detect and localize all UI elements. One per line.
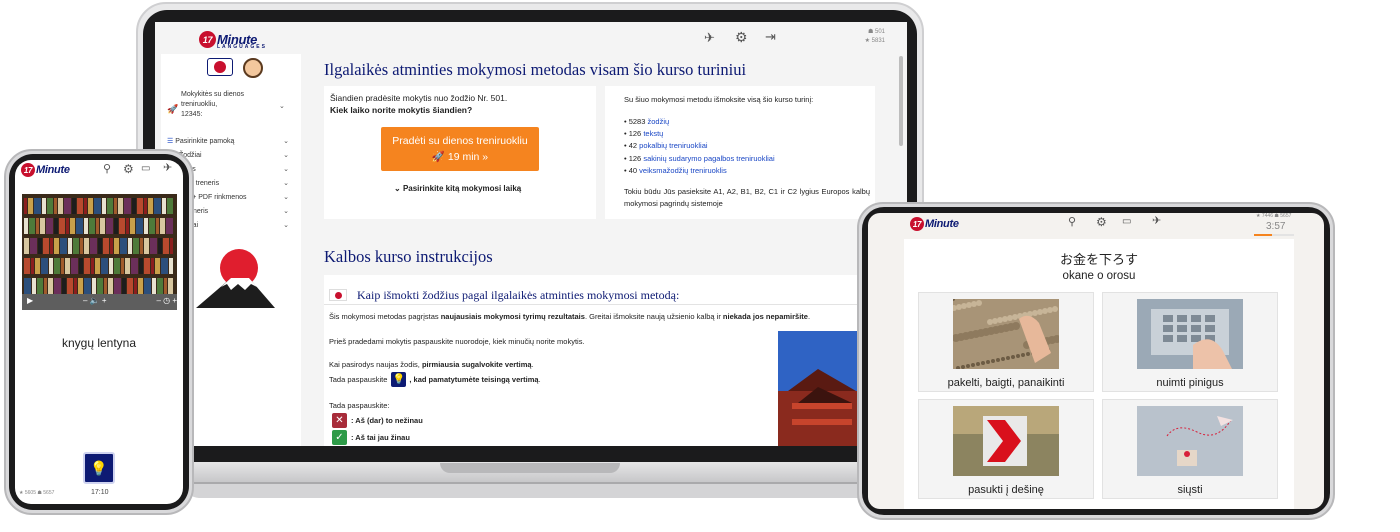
rocket-icon: 🚀 — [167, 104, 179, 114]
stats: ☗ 501 ★ 5831 — [864, 29, 885, 44]
volume-icon[interactable]: – 🔈 + — [83, 296, 107, 305]
phone-screen: 17 Minute ⚲ ⚙ ▭ ✈ ▶ – 🔈 + – ◷ + knygų len… — [15, 160, 183, 504]
laptop-screen: 17 Minute LANGUAGES ✈ ⚙ ⇥ ☗ 501 ★ 5831 🚀 … — [155, 22, 907, 446]
instructions-card: Kaip išmokti žodžius pagal ilgalaikės at… — [324, 275, 884, 446]
list-item: • 42 pokalbių treniruokliai — [624, 141, 708, 151]
bookshelf-video[interactable] — [22, 194, 177, 310]
gear-icon[interactable]: ⚙ — [735, 30, 748, 44]
laptop-foot — [185, 484, 875, 498]
lightbulb-icon: 💡 — [90, 459, 108, 476]
then-press-label: Tada paspauskite: — [329, 401, 390, 410]
dont-know-row: ✕ : Aš (dar) to nežinau — [332, 413, 423, 428]
texts-link[interactable]: tekstų — [643, 129, 663, 138]
gear-icon[interactable]: ⚙ — [123, 163, 134, 175]
instructions-title: Kalbos kurso instrukcijos — [324, 247, 493, 266]
start-daily-trainer-button[interactable]: Pradėti su dienos treniruokliu 🚀 19 min … — [381, 127, 539, 171]
timer-progress — [1254, 234, 1294, 236]
mount-fuji-illustration — [196, 249, 275, 308]
new-word-paragraph: Kai pasirodys naujas žodis, pirmiausia s… — [329, 360, 534, 369]
list-item: • 126 sakinių sudarymo pagalbos treniruo… — [624, 153, 775, 163]
top-bar: 17 Minute LANGUAGES ✈ ⚙ ⇥ ☗ 501 ★ 5831 — [155, 22, 907, 54]
lightbulb-button[interactable]: 💡 — [83, 452, 115, 484]
close-icon[interactable]: ✕ — [332, 413, 347, 428]
paper-plane-photo — [1137, 406, 1243, 476]
other-time-link[interactable]: ⌄ Pasirinkite kitą mokymosi laiką — [394, 183, 521, 195]
no-wifi-icon[interactable]: ✈ — [163, 163, 172, 174]
answer-option[interactable]: pakelti, baigti, panaikinti — [918, 292, 1094, 392]
answer-option[interactable]: pasukti į dešinę — [918, 399, 1094, 499]
word-translation: knygų lentyna — [61, 336, 137, 350]
japan-flag-icon — [329, 289, 347, 301]
chevron-down-icon[interactable]: ⌄ — [279, 102, 285, 110]
laptop-notch — [440, 463, 620, 473]
answer-label: pasukti į dešinę — [968, 484, 1044, 496]
tablet-screen: 17 Minute ⚲ ⚙ ▭ ✈ ★ 7446 ☗ 5657 3:57 お金を下… — [868, 213, 1324, 509]
answer-option[interactable]: siųsti — [1102, 399, 1278, 499]
app-logo[interactable]: 17 Minute — [910, 217, 959, 231]
list-item: • 126 tekstų — [624, 129, 664, 139]
method-paragraph: Šis mokymosi metodas pagrįstas naujausia… — [329, 312, 811, 321]
atm-photo — [1137, 299, 1243, 371]
tablet-stats: ★ 7446 ☗ 5657 — [1256, 213, 1292, 219]
app-logo[interactable]: 17 Minute — [21, 163, 70, 177]
words-link[interactable]: žodžių — [648, 117, 670, 126]
logout-icon[interactable]: ⇥ — [765, 30, 776, 43]
divider — [324, 304, 884, 305]
scrollbar[interactable] — [899, 56, 903, 146]
main-content: Ilgalaikės atminties mokymosi metodas vi… — [315, 54, 897, 446]
daily-trainer-label[interactable]: Mokykitės su dienos treniruokliu, 12345: — [181, 90, 271, 120]
no-wifi-icon[interactable]: ✈ — [1152, 216, 1161, 227]
course-content-card: Su šiuo mokymosi metodu išmoksite visą š… — [605, 86, 875, 219]
app-logo[interactable]: 17 Minute LANGUAGES — [199, 31, 265, 50]
how-long-text: Kiek laiko norite mokytis šiandien? — [330, 105, 473, 115]
phone-stats: ★ 5605 ☗ 5657 — [19, 490, 55, 496]
quiz-card: お金を下ろす okane o orosu pakelti, baigti, pa… — [904, 239, 1294, 509]
video-controls: ▶ – 🔈 + – ◷ + — [27, 296, 177, 305]
dialogs-link[interactable]: pokalbių treniruokliai — [639, 141, 707, 150]
list-item: • 5283 žodžių — [624, 117, 670, 126]
verb-trainer-link[interactable]: veiksmažodžių treniruoklis — [639, 166, 727, 175]
course-content-list: • 5283 žodžių • 126 tekstų • 42 pokalbių… — [624, 116, 775, 177]
phone-time: 17:10 — [91, 489, 109, 496]
start-card: Šiandien pradėsite mokytis nuo žodžio Nr… — [324, 86, 596, 219]
no-wifi-icon[interactable]: ✈ — [704, 31, 715, 44]
list-item: • 40 veiksmažodžių treniruoklis — [624, 165, 727, 175]
know-row: ✓ : Aš tai jau žinau — [332, 430, 410, 445]
keyboard-icon[interactable]: ▭ — [141, 164, 150, 174]
sidebar-item-lesson[interactable]: ☰ Pasirinkite pamoką ⌄ — [167, 134, 289, 148]
lightbulb-icon[interactable]: 💡 — [391, 372, 407, 387]
keyboard-icon[interactable]: ▭ — [1122, 217, 1131, 227]
person-icon[interactable]: ⚲ — [1068, 217, 1076, 228]
course-intro: Su šiuo mokymosi metodu išmoksite visą š… — [624, 95, 814, 104]
start-word-text: Šiandien pradėsite mokytis nuo žodžio Nr… — [330, 93, 508, 103]
person-icon[interactable]: ⚲ — [103, 164, 111, 175]
answer-label: nuimti pinigus — [1156, 377, 1224, 389]
temple-photo — [778, 331, 858, 446]
gravel-photo — [951, 297, 1061, 370]
before-start-paragraph: Prieš pradedami mokytis paspauskite nuor… — [329, 337, 585, 346]
check-icon[interactable]: ✓ — [332, 430, 347, 445]
answer-label: siųsti — [1177, 484, 1203, 496]
page-title: Ilgalaikės atminties mokymosi metodas vi… — [324, 60, 747, 79]
avatar[interactable] — [243, 58, 263, 78]
speed-icon[interactable]: – ◷ + — [156, 296, 177, 305]
gear-icon[interactable]: ⚙ — [1096, 216, 1107, 228]
answer-label: pakelti, baigti, panaikinti — [947, 377, 1065, 389]
japanese-word: お金を下ろす — [1059, 252, 1138, 267]
romaji-word: okane o orosu — [1062, 270, 1136, 282]
sentence-trainer-link[interactable]: sakinių sudarymo pagalbos treniruokliai — [643, 154, 774, 163]
japan-flag-icon[interactable] — [207, 58, 233, 76]
show-translation-paragraph: Tada paspauskite 💡 , kad pamatytumėte te… — [329, 372, 541, 387]
instructions-subtitle: Kaip išmokti žodžius pagal ilgalaikės at… — [357, 288, 680, 302]
course-outro: Tokiu būdu Jūs pasieksite A1, A2, B1, B2… — [624, 187, 870, 208]
turn-right-sign-photo — [953, 406, 1059, 476]
play-icon[interactable]: ▶ — [27, 296, 33, 305]
timer: 3:57 — [1266, 221, 1286, 232]
answer-option[interactable]: nuimti pinigus — [1102, 292, 1278, 392]
